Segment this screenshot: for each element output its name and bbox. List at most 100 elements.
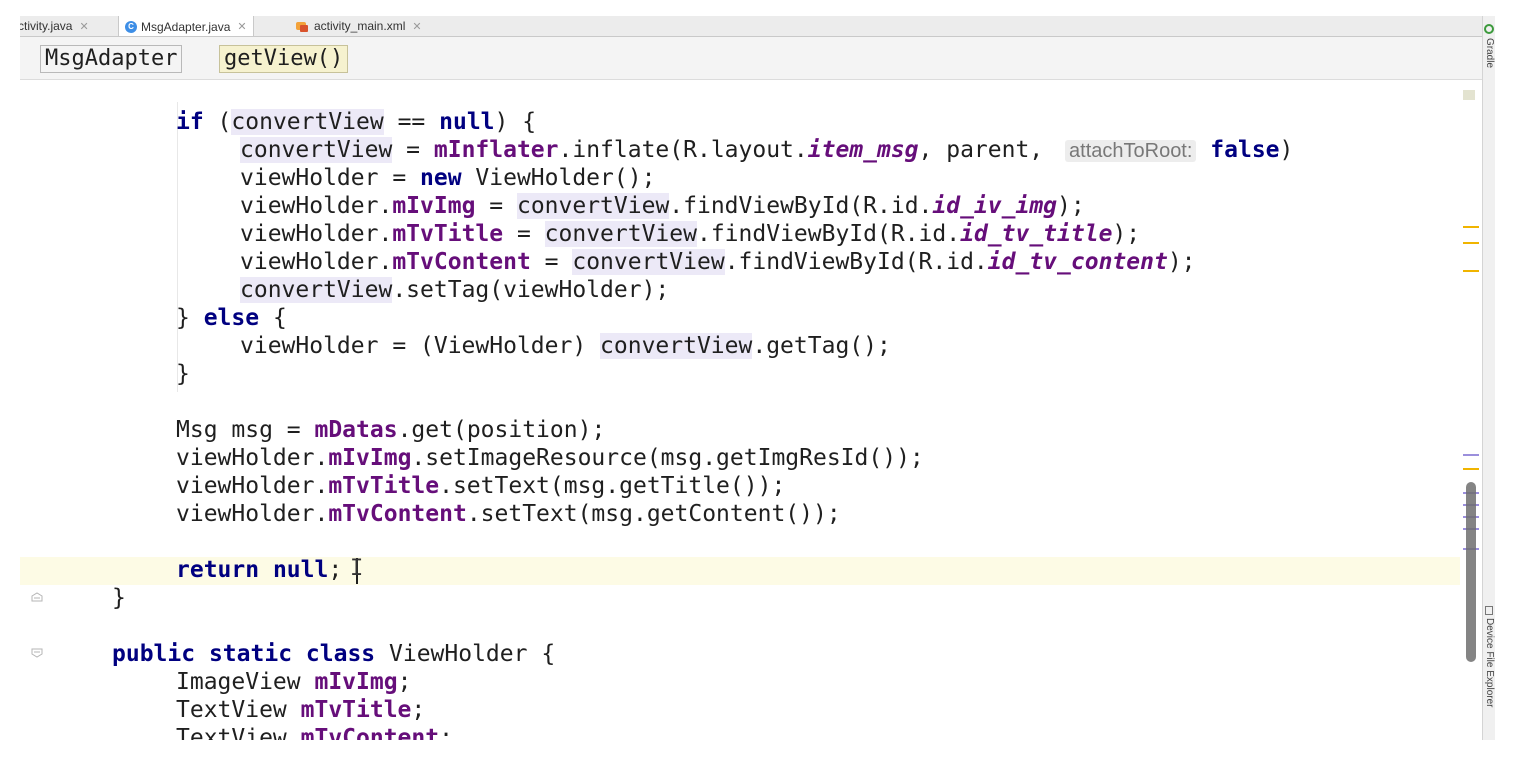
code-token: .get(position);	[397, 417, 606, 443]
code-line: viewHolder.mTvContent = convertView.find…	[240, 248, 1196, 276]
code-token: ==	[383, 109, 440, 135]
vertical-scrollbar[interactable]	[1466, 482, 1476, 662]
code-token: }	[176, 305, 204, 331]
code-line: viewHolder = new ViewHolder();	[240, 164, 655, 192]
close-icon[interactable]: ✕	[237, 20, 246, 33]
tab-msgadapter-java[interactable]: C MsgAdapter.java ✕	[118, 16, 254, 36]
code-token: ;	[411, 697, 426, 723]
code-token: ImageView	[176, 669, 315, 695]
code-token: TextView	[176, 697, 301, 723]
code-token: class	[305, 641, 376, 667]
code-token: mInflater	[433, 137, 559, 163]
code-token: mTvContent	[392, 249, 531, 275]
code-line: viewHolder.mTvContent.setText(msg.getCon…	[176, 500, 841, 528]
code-token: id_iv_img	[932, 193, 1058, 219]
usage-mark[interactable]	[1463, 454, 1479, 456]
editor-gutter	[20, 80, 110, 740]
code-editor[interactable]: if (convertView == null) {convertView = …	[20, 80, 1482, 740]
code-token: new	[420, 165, 462, 191]
inspection-status-icon[interactable]	[1463, 90, 1475, 100]
code-token: viewHolder.	[240, 193, 393, 219]
code-line: ImageView mIvImg;	[176, 668, 411, 696]
code-line: if (convertView == null) {	[176, 108, 536, 136]
code-token: return	[176, 557, 260, 583]
code-token: ;	[439, 725, 453, 740]
device-icon[interactable]	[1485, 606, 1493, 615]
code-token: mIvImg	[314, 669, 398, 695]
code-token: viewHolder.	[176, 445, 329, 471]
code-line: viewHolder = (ViewHolder) convertView.ge…	[240, 332, 891, 360]
code-token: mTvTitle	[392, 221, 504, 247]
warning-mark[interactable]	[1463, 468, 1479, 470]
code-token: (	[203, 109, 232, 135]
code-token: }	[112, 585, 126, 611]
warning-mark[interactable]	[1463, 226, 1479, 228]
tab-label: activity_main.xml	[314, 19, 406, 33]
code-token: viewHolder.	[240, 221, 393, 247]
gradle-tool-button[interactable]: Gradle	[1483, 38, 1495, 68]
code-token: viewHolder =	[240, 165, 421, 191]
code-token: convertView	[572, 249, 725, 275]
code-token: .findViewById(R.id.	[724, 249, 988, 275]
code-token: id_tv_title	[960, 221, 1113, 247]
code-line: } else {	[176, 304, 287, 332]
code-line: TextView mTvContent;	[176, 724, 453, 740]
code-token: mTvContent	[300, 725, 440, 740]
code-token: convertView	[544, 221, 697, 247]
gradle-icon[interactable]	[1484, 24, 1494, 34]
fold-start-icon[interactable]	[31, 648, 43, 658]
code-token: convertView	[231, 109, 384, 135]
i-beam-cursor-icon: I	[350, 556, 364, 581]
code-line: return null;	[176, 556, 342, 584]
code-token: Msg msg =	[176, 417, 315, 443]
code-token: null	[439, 109, 495, 135]
code-token: viewHolder.	[240, 249, 393, 275]
code-line: }	[176, 360, 190, 388]
tab-activity-java[interactable]: ctivity.java ✕	[20, 16, 95, 36]
warning-mark[interactable]	[1463, 270, 1479, 272]
device-file-explorer-button[interactable]: Device File Explorer	[1483, 618, 1495, 707]
code-token: =	[530, 249, 573, 275]
code-token: .setImageResource(msg.getImgResId());	[411, 445, 924, 471]
code-token: ViewHolder();	[461, 165, 656, 191]
code-line: convertView.setTag(viewHolder);	[240, 276, 669, 304]
indent-guide	[177, 102, 178, 392]
right-tool-sidebar: Gradle Device File Explorer	[1482, 16, 1495, 740]
tab-activity-main-xml[interactable]: activity_main.xml ✕	[290, 16, 428, 36]
code-token: ;	[328, 557, 343, 583]
fold-end-icon[interactable]	[31, 592, 43, 602]
code-token: );	[1167, 249, 1196, 275]
close-icon[interactable]: ✕	[412, 20, 421, 33]
code-token: static	[208, 641, 293, 667]
code-token: mIvImg	[392, 193, 476, 219]
code-token: viewHolder.	[176, 501, 329, 527]
close-icon[interactable]: ✕	[79, 20, 88, 33]
code-token: if	[176, 109, 204, 135]
code-token: .inflate(R.layout.	[558, 137, 808, 163]
code-token: )	[1279, 137, 1294, 163]
code-token: viewHolder.	[176, 473, 329, 499]
warning-mark[interactable]	[1463, 242, 1479, 244]
code-token: =	[475, 193, 517, 219]
code-line: TextView mTvTitle;	[176, 696, 425, 724]
xml-layout-icon	[296, 20, 310, 32]
code-token: mIvImg	[328, 445, 412, 471]
code-token: null	[272, 557, 329, 583]
code-token: }	[176, 361, 190, 387]
code-token: viewHolder = (ViewHolder)	[240, 333, 601, 359]
code-token: convertView	[600, 333, 753, 359]
code-token: .setTag(viewHolder);	[392, 277, 670, 303]
code-line: }	[112, 584, 126, 612]
code-line: viewHolder.mIvImg = convertView.findView…	[240, 192, 1085, 220]
ide-window: ctivity.java ✕ C MsgAdapter.java ✕ activ…	[20, 16, 1495, 740]
code-token: .findViewById(R.id.	[696, 221, 961, 247]
code-token: mTvContent	[328, 501, 467, 527]
code-line: viewHolder.mIvImg.setImageResource(msg.g…	[176, 444, 924, 472]
breadcrumb-method[interactable]: getView()	[219, 45, 349, 73]
code-token: .setText(msg.getTitle());	[439, 473, 786, 499]
code-token: .setText(msg.getContent());	[466, 501, 841, 527]
breadcrumb-class[interactable]: MsgAdapter	[40, 45, 183, 73]
